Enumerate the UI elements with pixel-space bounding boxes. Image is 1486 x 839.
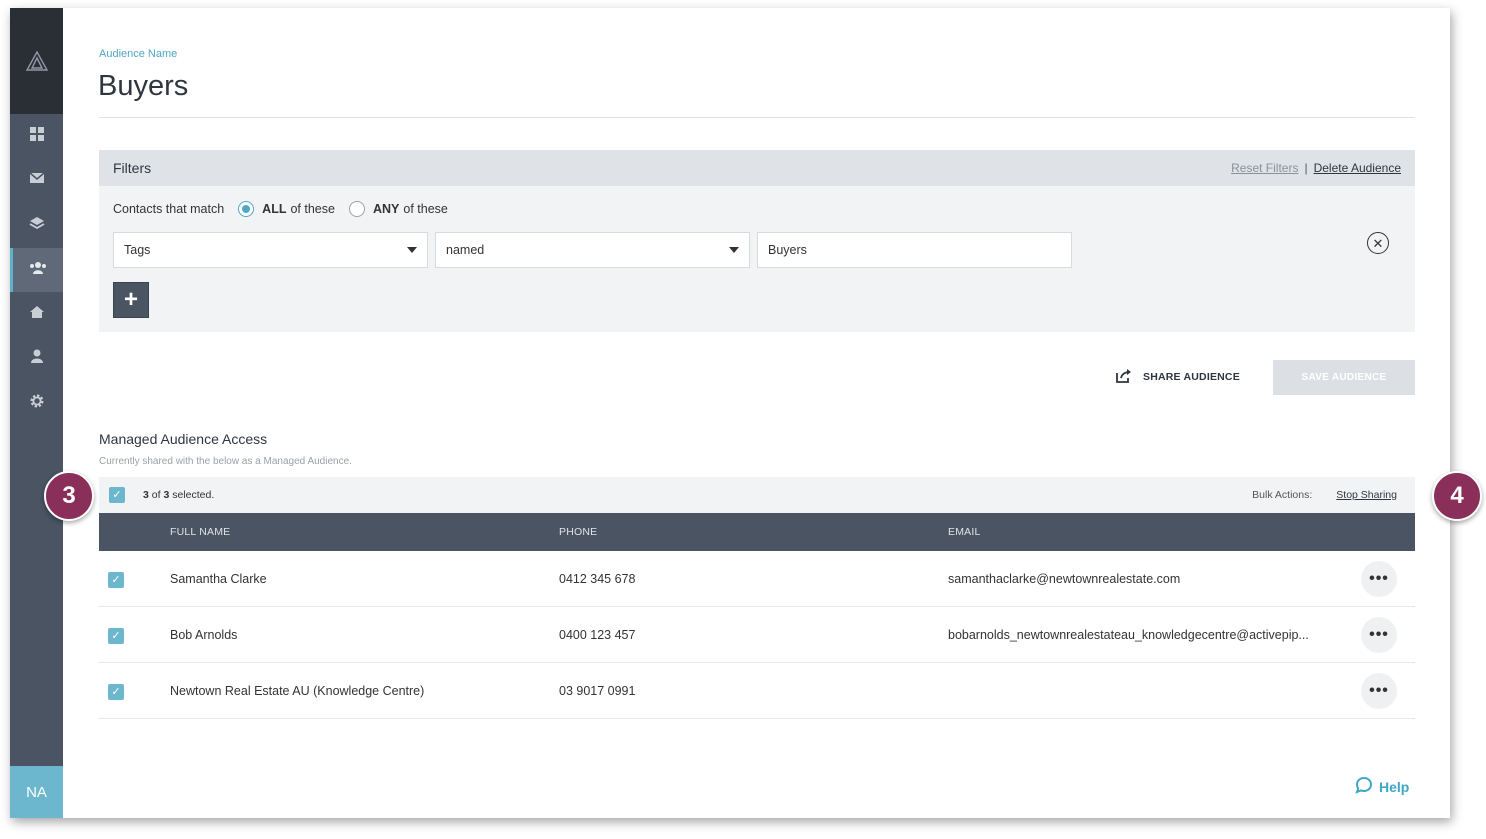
row-full-name: Bob Arnolds <box>170 628 238 642</box>
home-icon <box>29 305 45 324</box>
radio-all[interactable] <box>238 201 255 217</box>
sidebar-item-profile[interactable] <box>10 336 63 380</box>
audience-name-label: Audience Name <box>99 48 178 60</box>
managed-access-title: Managed Audience Access <box>99 431 268 447</box>
option-any-text: of these <box>403 202 448 216</box>
row-checkbox[interactable]: ✓ <box>108 684 124 700</box>
column-header-phone[interactable]: PHONE <box>559 526 597 538</box>
filters-header: Filters Reset Filters | Delete Audience <box>99 150 1415 186</box>
column-header-email[interactable]: EMAIL <box>948 526 981 538</box>
chevron-down-icon <box>407 247 417 253</box>
sidebar-item-settings[interactable] <box>10 381 63 425</box>
value-input[interactable]: Buyers <box>757 232 1072 268</box>
of-label: of <box>151 489 161 501</box>
row-phone: 03 9017 0991 <box>559 684 636 698</box>
app-window: NA Audience Name Buyers Filters Reset Fi… <box>10 8 1450 818</box>
callout-badge-3: 3 <box>44 471 94 521</box>
add-filter-button[interactable]: + <box>113 282 149 318</box>
selected-count: 3 <box>143 489 149 501</box>
operator-select-value: named <box>446 243 485 257</box>
sidebar-item-audiences[interactable] <box>10 248 63 292</box>
delete-audience-link[interactable]: Delete Audience <box>1314 161 1401 175</box>
help-button[interactable]: Help <box>1355 776 1409 797</box>
managed-access-subtitle: Currently shared with the below as a Man… <box>99 456 352 467</box>
row-phone: 0400 123 457 <box>559 628 636 642</box>
match-label: Contacts that match <box>113 202 225 216</box>
table-row[interactable]: ✓ Newtown Real Estate AU (Knowledge Cent… <box>99 663 1415 719</box>
filters-title: Filters <box>113 160 152 176</box>
row-more-button[interactable]: ••• <box>1361 561 1397 597</box>
more-icon: ••• <box>1369 626 1389 643</box>
row-email: bobarnolds_newtownrealestateau_knowledge… <box>948 628 1309 642</box>
column-header-full-name[interactable]: FULL NAME <box>170 526 230 538</box>
option-any-bold: ANY <box>372 202 400 216</box>
table-row[interactable]: ✓ Samantha Clarke 0412 345 678 samanthac… <box>99 551 1415 607</box>
option-all-text: of these <box>290 202 335 216</box>
row-checkbox[interactable]: ✓ <box>108 572 124 588</box>
close-icon: ✕ <box>1372 235 1384 251</box>
row-email: samanthaclarke@newtownrealestate.com <box>948 572 1181 586</box>
row-checkbox[interactable]: ✓ <box>108 628 124 644</box>
remove-filter-button[interactable]: ✕ <box>1367 232 1389 254</box>
selection-count: 3 of 3 selected. <box>143 489 214 501</box>
operator-select[interactable]: named <box>435 232 750 268</box>
filters-links: Reset Filters | Delete Audience <box>1231 161 1401 175</box>
dashboard-icon <box>29 126 45 147</box>
option-all-bold: ALL <box>262 202 287 216</box>
stop-sharing-link[interactable]: Stop Sharing <box>1336 489 1397 501</box>
row-more-button[interactable]: ••• <box>1361 617 1397 653</box>
more-icon: ••• <box>1369 682 1389 699</box>
layers-icon <box>29 216 45 235</box>
value-input-text: Buyers <box>768 243 807 257</box>
save-audience-button[interactable]: SAVE AUDIENCE <box>1273 360 1415 395</box>
person-icon <box>30 349 44 368</box>
sidebar-item-mail[interactable] <box>10 158 63 202</box>
share-icon <box>1115 368 1133 387</box>
reset-filters-link[interactable]: Reset Filters <box>1231 161 1298 175</box>
bulk-actions-label: Bulk Actions: <box>1252 489 1313 501</box>
avatar[interactable]: NA <box>10 766 63 818</box>
sidebar: NA <box>10 8 63 818</box>
share-audience-label: SHARE AUDIENCE <box>1143 371 1240 383</box>
field-select-value: Tags <box>124 243 151 257</box>
gear-icon <box>29 393 45 414</box>
total-count: 3 <box>163 489 170 501</box>
mail-icon <box>29 171 45 190</box>
audiences-icon <box>29 261 47 280</box>
filters-panel: Filters Reset Filters | Delete Audience … <box>99 150 1415 332</box>
radio-any[interactable] <box>348 201 365 217</box>
row-phone: 0412 345 678 <box>559 572 636 586</box>
triangle-logo-icon[interactable] <box>10 8 63 114</box>
more-icon: ••• <box>1369 570 1389 587</box>
row-full-name: Newtown Real Estate AU (Knowledge Centre… <box>170 684 425 698</box>
links-separator: | <box>1304 161 1308 175</box>
main-content: Audience Name Buyers Filters Reset Filte… <box>63 8 1450 818</box>
bulk-actions-bar: ✓ 3 of 3 selected. Bulk Actions: Stop Sh… <box>99 477 1415 513</box>
page-title: Buyers <box>98 70 189 102</box>
match-mode-row: Contacts that match ALL of these ANY of … <box>113 201 448 217</box>
sidebar-item-dashboard[interactable] <box>10 114 63 158</box>
share-audience-button[interactable]: SHARE AUDIENCE <box>1115 360 1240 394</box>
chevron-down-icon <box>729 247 739 253</box>
callout-badge-4: 4 <box>1432 471 1482 521</box>
sidebar-item-home[interactable] <box>10 292 63 336</box>
select-all-checkbox[interactable]: ✓ <box>109 487 125 503</box>
row-full-name: Samantha Clarke <box>170 572 267 586</box>
table-header: FULL NAME PHONE EMAIL <box>99 513 1415 551</box>
chat-bubble-icon <box>1355 776 1373 797</box>
table-row[interactable]: ✓ Bob Arnolds 0400 123 457 bobarnolds_ne… <box>99 607 1415 663</box>
selected-suffix: selected. <box>172 489 215 501</box>
row-more-button[interactable]: ••• <box>1361 673 1397 709</box>
help-label: Help <box>1379 778 1410 795</box>
divider <box>99 117 1415 118</box>
sidebar-item-layers[interactable] <box>10 203 63 247</box>
field-select[interactable]: Tags <box>113 232 428 268</box>
